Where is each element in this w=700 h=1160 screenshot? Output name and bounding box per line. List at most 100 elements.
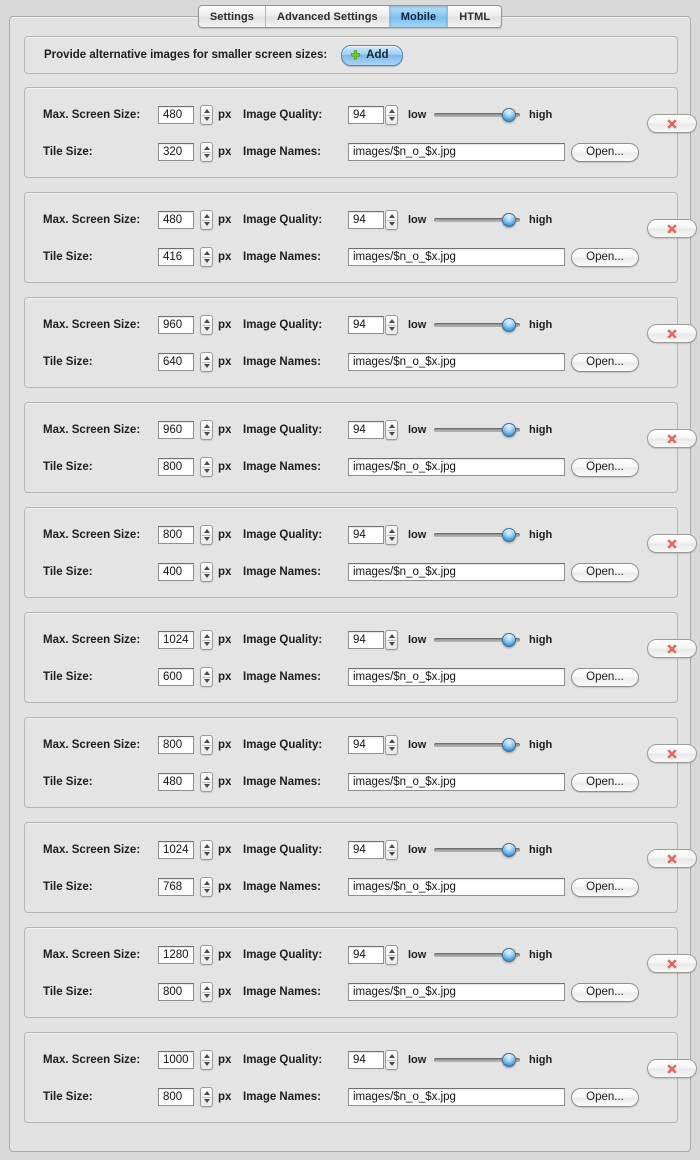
delete-row-button[interactable] [647, 744, 697, 763]
stepper-down-icon[interactable] [203, 1062, 210, 1066]
tile-size-input[interactable]: 600 [158, 668, 194, 686]
stepper-down-icon[interactable] [203, 784, 210, 788]
max-screen-size-stepper[interactable] [200, 735, 213, 755]
image-quality-slider[interactable] [434, 528, 520, 542]
image-quality-slider[interactable] [434, 213, 520, 227]
tile-size-input[interactable]: 800 [158, 458, 194, 476]
image-quality-stepper[interactable] [385, 945, 398, 965]
delete-row-button[interactable] [647, 534, 697, 553]
stepper-up-icon[interactable] [203, 949, 210, 953]
add-button[interactable]: Add [341, 44, 403, 66]
tab-advanced-settings[interactable]: Advanced Settings [266, 6, 390, 27]
max-screen-size-stepper[interactable] [200, 945, 213, 965]
image-quality-input[interactable]: 94 [348, 736, 384, 754]
image-quality-stepper[interactable] [385, 1050, 398, 1070]
stepper-down-icon[interactable] [203, 1099, 210, 1103]
stepper-up-icon[interactable] [203, 214, 210, 218]
stepper-up-icon[interactable] [203, 461, 210, 465]
open-file-button[interactable]: Open... [571, 982, 639, 1002]
slider-knob[interactable] [502, 1053, 516, 1067]
max-screen-size-input[interactable]: 800 [158, 526, 194, 544]
max-screen-size-stepper[interactable] [200, 525, 213, 545]
stepper-up-icon[interactable] [203, 529, 210, 533]
stepper-down-icon[interactable] [388, 1062, 395, 1066]
stepper-up-icon[interactable] [203, 881, 210, 885]
stepper-down-icon[interactable] [203, 154, 210, 158]
tile-size-input[interactable]: 400 [158, 563, 194, 581]
stepper-down-icon[interactable] [203, 537, 210, 541]
image-quality-input[interactable]: 94 [348, 946, 384, 964]
stepper-up-icon[interactable] [203, 634, 210, 638]
image-quality-stepper[interactable] [385, 105, 398, 125]
slider-knob[interactable] [502, 213, 516, 227]
stepper-up-icon[interactable] [203, 566, 210, 570]
stepper-down-icon[interactable] [203, 679, 210, 683]
delete-row-button[interactable] [647, 849, 697, 868]
tile-size-stepper[interactable] [200, 562, 213, 582]
stepper-down-icon[interactable] [203, 957, 210, 961]
stepper-down-icon[interactable] [203, 994, 210, 998]
stepper-up-icon[interactable] [203, 1091, 210, 1095]
stepper-up-icon[interactable] [388, 739, 395, 743]
image-quality-slider[interactable] [434, 738, 520, 752]
tile-size-stepper[interactable] [200, 1087, 213, 1107]
stepper-up-icon[interactable] [203, 986, 210, 990]
slider-knob[interactable] [502, 843, 516, 857]
max-screen-size-input[interactable]: 1280 [158, 946, 194, 964]
image-quality-input[interactable]: 94 [348, 106, 384, 124]
stepper-down-icon[interactable] [388, 747, 395, 751]
image-quality-stepper[interactable] [385, 840, 398, 860]
stepper-up-icon[interactable] [388, 529, 395, 533]
max-screen-size-stepper[interactable] [200, 630, 213, 650]
stepper-up-icon[interactable] [203, 251, 210, 255]
open-file-button[interactable]: Open... [571, 352, 639, 372]
slider-knob[interactable] [502, 948, 516, 962]
image-quality-slider[interactable] [434, 843, 520, 857]
open-file-button[interactable]: Open... [571, 667, 639, 687]
slider-knob[interactable] [502, 528, 516, 542]
stepper-down-icon[interactable] [388, 537, 395, 541]
stepper-up-icon[interactable] [388, 844, 395, 848]
image-names-input[interactable]: images/$n_o_$x.jpg [348, 773, 565, 791]
slider-knob[interactable] [502, 738, 516, 752]
tab-html[interactable]: HTML [448, 6, 501, 27]
tile-size-input[interactable]: 768 [158, 878, 194, 896]
delete-row-button[interactable] [647, 219, 697, 238]
open-file-button[interactable]: Open... [571, 142, 639, 162]
image-quality-slider[interactable] [434, 948, 520, 962]
open-file-button[interactable]: Open... [571, 772, 639, 792]
max-screen-size-input[interactable]: 960 [158, 316, 194, 334]
max-screen-size-stepper[interactable] [200, 210, 213, 230]
tile-size-stepper[interactable] [200, 457, 213, 477]
max-screen-size-input[interactable]: 480 [158, 106, 194, 124]
stepper-down-icon[interactable] [203, 364, 210, 368]
image-quality-stepper[interactable] [385, 315, 398, 335]
tile-size-stepper[interactable] [200, 877, 213, 897]
open-file-button[interactable]: Open... [571, 457, 639, 477]
image-quality-stepper[interactable] [385, 210, 398, 230]
tile-size-input[interactable]: 480 [158, 773, 194, 791]
stepper-down-icon[interactable] [388, 117, 395, 121]
stepper-up-icon[interactable] [388, 109, 395, 113]
max-screen-size-stepper[interactable] [200, 1050, 213, 1070]
stepper-down-icon[interactable] [203, 747, 210, 751]
image-quality-input[interactable]: 94 [348, 211, 384, 229]
image-names-input[interactable]: images/$n_o_$x.jpg [348, 353, 565, 371]
image-quality-stepper[interactable] [385, 630, 398, 650]
image-quality-stepper[interactable] [385, 420, 398, 440]
stepper-down-icon[interactable] [203, 259, 210, 263]
stepper-down-icon[interactable] [203, 469, 210, 473]
delete-row-button[interactable] [647, 324, 697, 343]
stepper-up-icon[interactable] [388, 634, 395, 638]
tile-size-stepper[interactable] [200, 247, 213, 267]
image-names-input[interactable]: images/$n_o_$x.jpg [348, 983, 565, 1001]
open-file-button[interactable]: Open... [571, 1087, 639, 1107]
image-quality-input[interactable]: 94 [348, 841, 384, 859]
image-quality-input[interactable]: 94 [348, 421, 384, 439]
stepper-up-icon[interactable] [203, 146, 210, 150]
max-screen-size-input[interactable]: 1000 [158, 1051, 194, 1069]
stepper-up-icon[interactable] [203, 776, 210, 780]
tile-size-input[interactable]: 800 [158, 1088, 194, 1106]
stepper-down-icon[interactable] [388, 432, 395, 436]
open-file-button[interactable]: Open... [571, 562, 639, 582]
